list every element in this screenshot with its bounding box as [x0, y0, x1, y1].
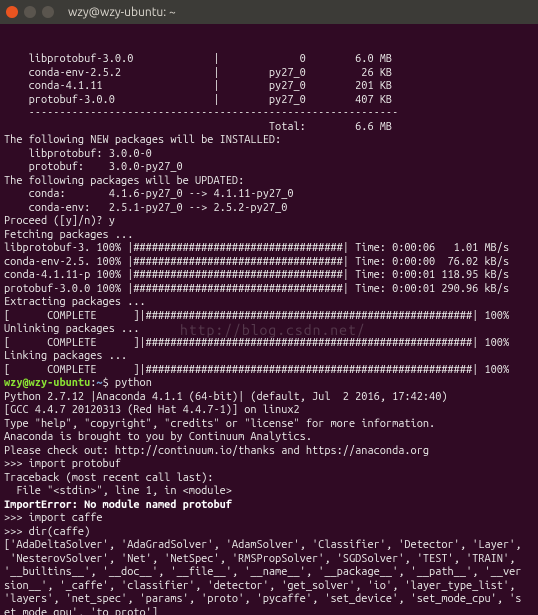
command: python: [115, 377, 152, 389]
window-title: wzy@wzy-ubuntu: ~: [68, 6, 176, 19]
terminal-content: libprotobuf-3.0.0 | 0 6.0 MB conda-env-2…: [4, 53, 534, 615]
close-icon[interactable]: [6, 6, 18, 18]
prompt-user: wzy@wzy-ubuntu: [4, 377, 90, 389]
maximize-icon[interactable]: [42, 6, 54, 18]
terminal[interactable]: http://blog.csdn.net/ libprotobuf-3.0.0 …: [0, 24, 538, 615]
window-titlebar: wzy@wzy-ubuntu: ~: [0, 0, 538, 24]
minimize-icon[interactable]: [24, 6, 36, 18]
